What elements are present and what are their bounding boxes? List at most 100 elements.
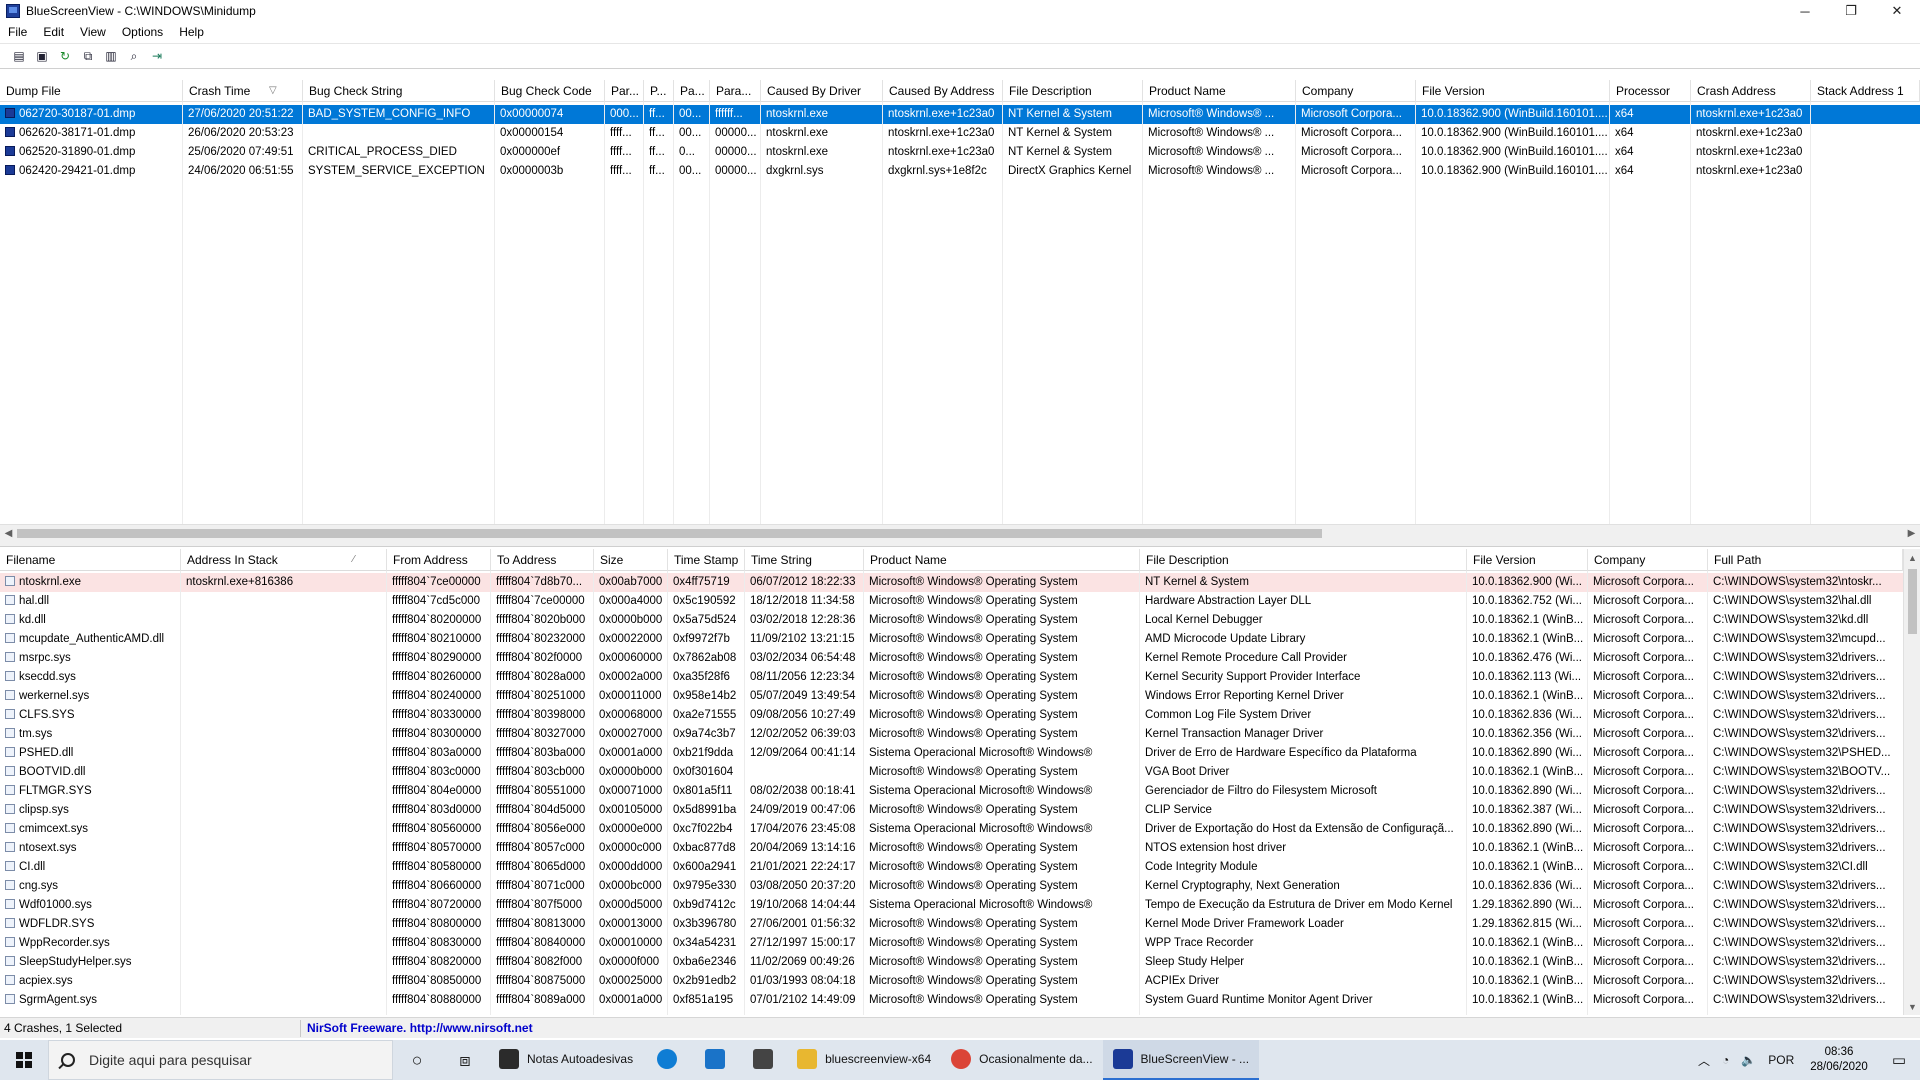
taskbar-app-edge[interactable] bbox=[643, 1040, 691, 1080]
crash-list-hscrollbar[interactable]: ◀ ▶ bbox=[0, 524, 1920, 541]
language-indicator[interactable]: POR bbox=[1762, 1053, 1800, 1067]
driver-list-vscrollbar[interactable]: ▲ ▼ bbox=[1903, 549, 1920, 1015]
crash-row[interactable]: 062520-31890-01.dmp 25/06/2020 07:49:51 CR… bbox=[0, 143, 1920, 162]
find-icon[interactable]: ⌕ bbox=[125, 47, 143, 65]
task-view-icon[interactable]: ⧈ bbox=[441, 1040, 489, 1080]
driver-row[interactable]: CI.dll fffff804`80580000 fffff804`8065d000… bbox=[0, 858, 1920, 877]
column-header-time-string[interactable]: Time String bbox=[745, 549, 864, 571]
driver-row[interactable]: ntoskrnl.exe ntoskrnl.exe+816386 fffff804`… bbox=[0, 573, 1920, 592]
driver-row[interactable]: SleepStudyHelper.sys fffff804`80820000 fff… bbox=[0, 953, 1920, 972]
column-header-filename[interactable]: Filename bbox=[0, 549, 181, 571]
column-header-par[interactable]: Par... bbox=[605, 80, 644, 102]
properties-icon[interactable]: ▥ bbox=[102, 47, 120, 65]
driver-row[interactable]: WDFLDR.SYS fffff804`80800000 fffff804`8081… bbox=[0, 915, 1920, 934]
volume-icon[interactable]: 🔈 bbox=[1735, 1053, 1762, 1067]
column-header-crash-address[interactable]: Crash Address bbox=[1691, 80, 1811, 102]
exit-icon[interactable]: ⇥ bbox=[148, 47, 166, 65]
pane-splitter[interactable] bbox=[0, 541, 1920, 547]
cell-crash-time: 24/06/2020 06:51:55 bbox=[183, 162, 303, 181]
save-html-icon[interactable]: ▤ bbox=[10, 47, 28, 65]
crash-row[interactable]: 062720-30187-01.dmp 27/06/2020 20:51:22 BA… bbox=[0, 105, 1920, 124]
menu-edit[interactable]: Edit bbox=[35, 22, 72, 42]
scroll-right-icon[interactable]: ▶ bbox=[1903, 525, 1920, 542]
driver-row[interactable]: ksecdd.sys fffff804`80260000 fffff804`8028… bbox=[0, 668, 1920, 687]
scroll-thumb[interactable] bbox=[1908, 569, 1917, 634]
taskbar-app-chrome[interactable]: Ocasionalmente da... bbox=[941, 1040, 1102, 1080]
column-header-product-name[interactable]: Product Name bbox=[1143, 80, 1296, 102]
column-header-file-description[interactable]: File Description bbox=[1003, 80, 1143, 102]
taskbar-app-sticky-notes[interactable]: Notas Autoadesivas bbox=[489, 1040, 643, 1080]
driver-row[interactable]: CLFS.SYS fffff804`80330000 fffff804`803980… bbox=[0, 706, 1920, 725]
scroll-thumb[interactable] bbox=[17, 529, 1322, 538]
driver-row[interactable]: BOOTVID.dll fffff804`803c0000 fffff804`803… bbox=[0, 763, 1920, 782]
taskbar-search[interactable]: Digite aqui para pesquisar bbox=[48, 1040, 393, 1080]
menu-options[interactable]: Options bbox=[114, 22, 171, 42]
driver-row[interactable]: SgrmAgent.sys fffff804`80880000 fffff804`8… bbox=[0, 991, 1920, 1010]
scroll-down-icon[interactable]: ▼ bbox=[1904, 998, 1920, 1015]
column-header-processor[interactable]: Processor bbox=[1610, 80, 1691, 102]
scroll-left-icon[interactable]: ◀ bbox=[0, 525, 17, 542]
refresh-icon[interactable]: ↻ bbox=[56, 47, 74, 65]
column-header-size[interactable]: Size bbox=[594, 549, 668, 571]
driver-row[interactable]: PSHED.dll fffff804`803a0000 fffff804`803ba… bbox=[0, 744, 1920, 763]
clock[interactable]: 08:36 28/06/2020 bbox=[1800, 1045, 1878, 1075]
crash-row[interactable]: 062620-38171-01.dmp 26/06/2020 20:53:23 0x… bbox=[0, 124, 1920, 143]
menu-view[interactable]: View bbox=[72, 22, 114, 42]
taskbar-app-bluescreenview[interactable]: BlueScreenView - ... bbox=[1102, 1040, 1260, 1080]
notifications-icon[interactable]: ▭ bbox=[1878, 1051, 1920, 1069]
maximize-button[interactable]: ❐ bbox=[1828, 0, 1874, 22]
driver-row[interactable]: mcupdate_AuthenticAMD.dll fffff804`802100… bbox=[0, 630, 1920, 649]
close-button[interactable]: ✕ bbox=[1874, 0, 1920, 22]
driver-row[interactable]: werkernel.sys fffff804`80240000 fffff804`8… bbox=[0, 687, 1920, 706]
driver-row[interactable]: kd.dll fffff804`80200000 fffff804`8020b000… bbox=[0, 611, 1920, 630]
driver-row[interactable]: clipsp.sys fffff804`803d0000 fffff804`804d… bbox=[0, 801, 1920, 820]
column-header-para[interactable]: Para... bbox=[710, 80, 761, 102]
driver-row[interactable]: cmimcext.sys fffff804`80560000 fffff804`80… bbox=[0, 820, 1920, 839]
column-header-to-address[interactable]: To Address bbox=[491, 549, 594, 571]
network-icon[interactable]: ◔ bbox=[1716, 1053, 1735, 1067]
driver-row[interactable]: acpiex.sys fffff804`80850000 fffff804`8087… bbox=[0, 972, 1920, 991]
column-header-address-in-stack[interactable]: Address In Stack bbox=[181, 549, 387, 571]
tray-chevron-icon[interactable]: ︿ bbox=[1692, 1052, 1716, 1069]
column-header-pa[interactable]: Pa... bbox=[674, 80, 710, 102]
scroll-up-icon[interactable]: ▲ bbox=[1904, 549, 1920, 566]
copy-icon[interactable]: ⧉ bbox=[79, 47, 97, 65]
column-header-product-name[interactable]: Product Name bbox=[864, 549, 1140, 571]
save-icon[interactable]: ▣ bbox=[33, 47, 51, 65]
column-header-dump-file[interactable]: Dump File bbox=[0, 80, 183, 102]
driver-row[interactable]: cng.sys fffff804`80660000 fffff804`8071c00… bbox=[0, 877, 1920, 896]
menu-help[interactable]: Help bbox=[171, 22, 212, 42]
column-header-company[interactable]: Company bbox=[1296, 80, 1416, 102]
driver-row[interactable]: Wdf01000.sys fffff804`80720000 fffff804`80… bbox=[0, 896, 1920, 915]
column-header-bug-check-string[interactable]: Bug Check String bbox=[303, 80, 495, 102]
column-header-p[interactable]: P... bbox=[644, 80, 674, 102]
nirsoft-link[interactable]: NirSoft Freeware. http://www.nirsoft.net bbox=[307, 1018, 533, 1039]
column-header-caused-by-address[interactable]: Caused By Address bbox=[883, 80, 1003, 102]
minimize-button[interactable]: ─ bbox=[1782, 0, 1828, 22]
taskbar-app-folder[interactable]: bluescreenview-x64 bbox=[787, 1040, 941, 1080]
driver-row[interactable]: FLTMGR.SYS fffff804`804e0000 fffff804`8055… bbox=[0, 782, 1920, 801]
column-header-full-path[interactable]: Full Path bbox=[1708, 549, 1903, 571]
column-header-company[interactable]: Company bbox=[1588, 549, 1708, 571]
cortana-icon[interactable]: ○ bbox=[393, 1040, 441, 1080]
driver-row[interactable]: WppRecorder.sys fffff804`80830000 fffff804… bbox=[0, 934, 1920, 953]
column-header-from-address[interactable]: From Address bbox=[387, 549, 491, 571]
column-header-stack-address-1[interactable]: Stack Address 1 bbox=[1811, 80, 1920, 102]
column-header-file-version[interactable]: File Version bbox=[1467, 549, 1588, 571]
column-header-bug-check-code[interactable]: Bug Check Code bbox=[495, 80, 605, 102]
start-button[interactable] bbox=[0, 1040, 48, 1080]
cell-to-address: fffff804`80251000 bbox=[491, 687, 594, 706]
driver-row[interactable]: hal.dll fffff804`7cd5c000 fffff804`7ce0000… bbox=[0, 592, 1920, 611]
column-header-caused-by-driver[interactable]: Caused By Driver bbox=[761, 80, 883, 102]
taskbar-app-mail[interactable] bbox=[691, 1040, 739, 1080]
column-header-time-stamp[interactable]: Time Stamp bbox=[668, 549, 745, 571]
driver-row[interactable]: tm.sys fffff804`80300000 fffff804`80327000… bbox=[0, 725, 1920, 744]
column-header-file-version[interactable]: File Version bbox=[1416, 80, 1610, 102]
column-header-crash-time[interactable]: Crash Time bbox=[183, 80, 303, 102]
driver-row[interactable]: msrpc.sys fffff804`80290000 fffff804`802f0… bbox=[0, 649, 1920, 668]
menu-file[interactable]: File bbox=[0, 22, 35, 42]
driver-row[interactable]: ntosext.sys fffff804`80570000 fffff804`805… bbox=[0, 839, 1920, 858]
column-header-file-description[interactable]: File Description bbox=[1140, 549, 1467, 571]
crash-row[interactable]: 062420-29421-01.dmp 24/06/2020 06:51:55 SY… bbox=[0, 162, 1920, 181]
taskbar-app-alarm[interactable] bbox=[739, 1040, 787, 1080]
